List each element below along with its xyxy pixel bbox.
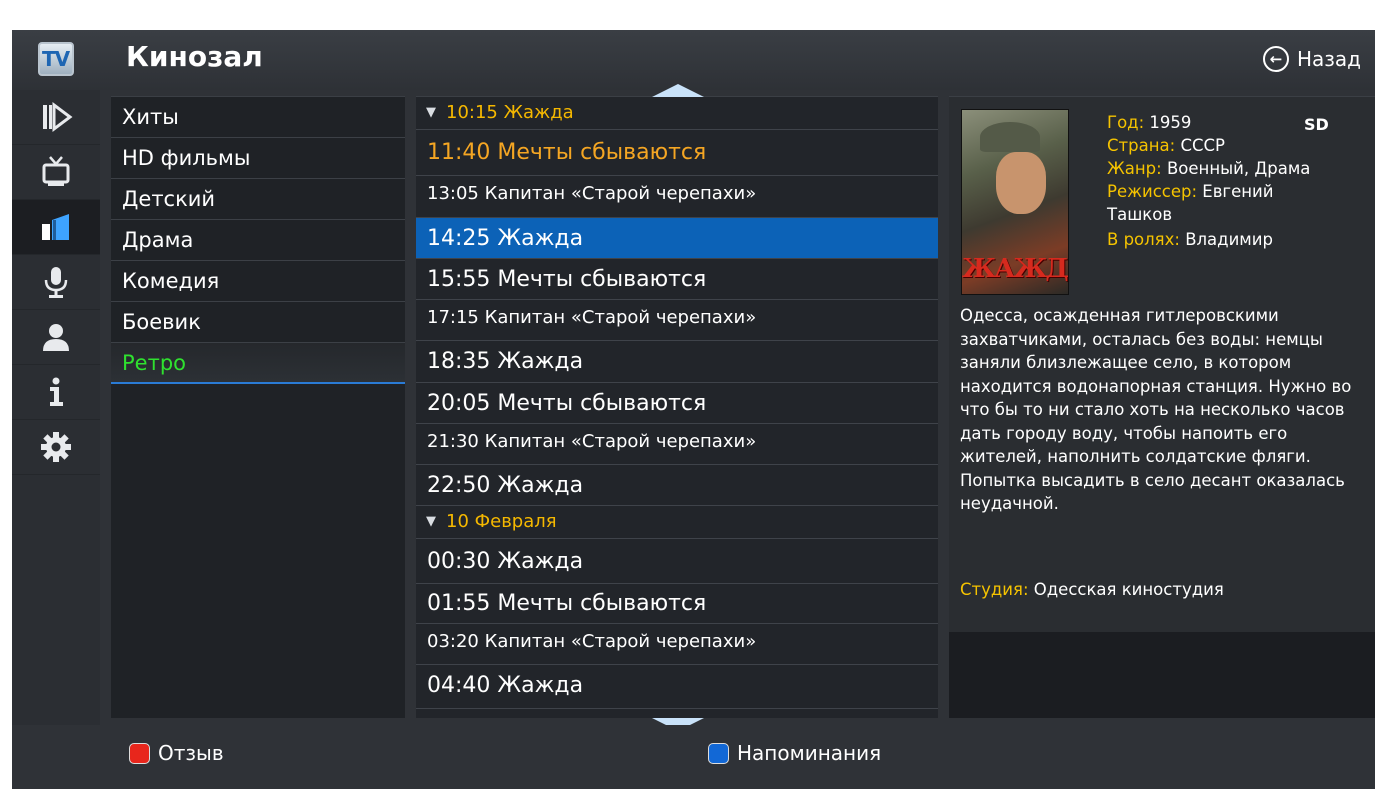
header-bar: TV Кинозал ← Назад [12, 30, 1375, 90]
program-row[interactable]: 17:15 Капитан «Старой черепахи» [416, 300, 938, 341]
category-item[interactable]: Драма [111, 220, 405, 261]
category-item-selected[interactable]: Ретро [111, 343, 405, 384]
country-label: Страна: [1107, 136, 1176, 155]
category-item[interactable]: Боевик [111, 302, 405, 343]
user-icon [43, 324, 69, 351]
date-separator: ▼ 10 Февраля [416, 506, 938, 539]
cast-line: В ролях: Владимир [1107, 228, 1273, 251]
microphone-icon [44, 267, 68, 298]
studio-label: Студия: [960, 580, 1029, 599]
country-value: СССР [1180, 136, 1225, 155]
category-item[interactable]: Хиты [111, 97, 405, 138]
rail-item-info[interactable] [12, 365, 100, 420]
program-row[interactable]: 03:20 Капитан «Старой черепахи» [416, 624, 938, 665]
logo-text: TV [42, 47, 70, 71]
director-line-2: Ташков [1107, 205, 1173, 224]
rail-item-tv[interactable] [12, 145, 100, 200]
genre-line: Жанр: Военный, Драма [1107, 157, 1310, 180]
category-item[interactable]: Детский [111, 179, 405, 220]
blue-key-icon [708, 742, 729, 764]
program-row[interactable]: 00:30 Жажда [416, 539, 938, 584]
footer-bar: Отзыв Напоминания [12, 725, 1375, 789]
program-row[interactable]: 20:05 Мечты сбываются [416, 383, 938, 424]
poster-face-shape [996, 152, 1046, 214]
program-row[interactable]: 21:30 Капитан «Старой черепахи» [416, 424, 938, 465]
review-label: Отзыв [158, 741, 224, 765]
scroll-up-arrow-icon[interactable] [652, 84, 704, 97]
program-row-current[interactable]: 11:40 Мечты сбываются [416, 130, 938, 176]
info-icon [50, 377, 63, 406]
movie-poster: ЖАЖДА [961, 109, 1069, 295]
review-button[interactable]: Отзыв [129, 741, 224, 765]
program-row[interactable]: 22:50 Жажда [416, 465, 938, 506]
program-row[interactable]: 04:40 Жажда [416, 665, 938, 709]
program-details: ЖАЖДА SD Год: 1959 Страна: СССР Жанр: Во… [949, 97, 1375, 632]
country-line: Страна: СССР [1107, 134, 1225, 157]
genre-label: Жанр: [1107, 159, 1162, 178]
reminders-button[interactable]: Напоминания [708, 741, 881, 765]
back-button[interactable]: ← Назад [1262, 42, 1361, 76]
collapse-triangle-icon: ▼ [426, 514, 436, 529]
poster-title: ЖАЖДА [962, 254, 1068, 284]
rail-item-cinema[interactable] [12, 200, 100, 255]
year-value: 1959 [1149, 113, 1192, 132]
program-row[interactable]: 15:55 Мечты сбываются [416, 259, 938, 300]
date-separator: ▼ 10:15 Жажда [416, 97, 938, 130]
page-title: Кинозал [126, 40, 263, 73]
quality-badge: SD [1304, 115, 1329, 134]
reminders-label: Напоминания [737, 741, 882, 765]
studio-line: Студия: Одесская киностудия [960, 578, 1224, 601]
genre-value: Военный, Драма [1166, 159, 1311, 178]
rail-item-settings[interactable] [12, 420, 100, 475]
date-separator-label: 10:15 Жажда [446, 102, 574, 123]
back-arrow-icon: ← [1262, 46, 1289, 72]
poster-cap-shape [980, 122, 1040, 152]
program-row[interactable]: 18:35 Жажда [416, 341, 938, 383]
tv-icon [42, 156, 70, 186]
year-label: Год: [1107, 113, 1145, 132]
red-key-icon [129, 742, 150, 764]
app-window: TV Кинозал ← Назад Хиты HD фильмы Детски… [12, 30, 1375, 789]
schedule-list: ▼ 10:15 Жажда 11:40 Мечты сбываются 13:05… [416, 96, 938, 718]
rail-item-user[interactable] [12, 310, 100, 365]
category-list: Хиты HD фильмы Детский Драма Комедия Бое… [111, 96, 405, 718]
program-info-panel: ЖАЖДА SD Год: 1959 Страна: СССР Жанр: Во… [949, 96, 1375, 718]
category-item[interactable]: Комедия [111, 261, 405, 302]
program-description: Одесса, осажденная гитлеровскими захватч… [960, 306, 1352, 513]
category-item[interactable]: HD фильмы [111, 138, 405, 179]
back-label: Назад [1296, 47, 1361, 71]
program-row-selected[interactable]: 14:25 Жажда [416, 218, 938, 259]
director-value: Евгений [1202, 182, 1274, 201]
year-line: Год: 1959 [1107, 111, 1191, 134]
rail-item-microphone[interactable] [12, 255, 100, 310]
studio-value: Одесская киностудия [1033, 580, 1224, 599]
cast-label: В ролях: [1107, 230, 1180, 249]
play-icon [43, 102, 73, 132]
tv-logo: TV [38, 42, 74, 76]
program-row[interactable]: 13:05 Капитан «Старой черепахи» [416, 176, 938, 218]
gear-icon [41, 432, 71, 462]
cast-value: Владимир [1185, 230, 1273, 249]
date-separator-label: 10 Февраля [446, 511, 557, 532]
side-menu [12, 90, 100, 789]
rail-item-play[interactable] [12, 90, 100, 145]
cinema-icon [42, 214, 69, 240]
director-line: Режиссер: Евгений [1107, 180, 1274, 203]
collapse-triangle-icon: ▼ [426, 105, 436, 120]
program-row[interactable]: 01:55 Мечты сбываются [416, 584, 938, 624]
director-label: Режиссер: [1107, 182, 1198, 201]
